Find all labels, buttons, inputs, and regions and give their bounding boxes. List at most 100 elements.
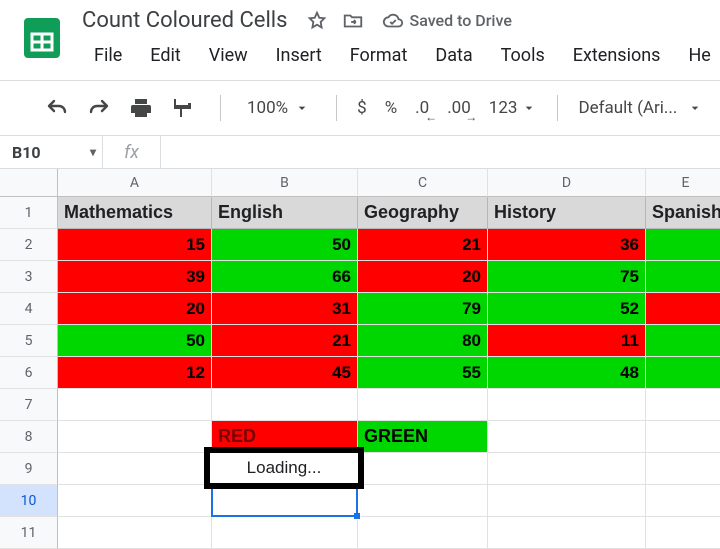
cell-E8[interactable] — [646, 421, 720, 453]
cell-E10[interactable] — [646, 485, 720, 517]
cell-C7[interactable] — [358, 389, 488, 421]
cell-C2[interactable]: 21 — [358, 229, 488, 261]
cell-C11[interactable] — [358, 517, 488, 549]
name-box[interactable]: B10 ▾ — [0, 136, 102, 168]
cell-A1[interactable]: Mathematics — [58, 197, 212, 229]
row-header-4[interactable]: 4 — [0, 293, 58, 325]
row-header-11[interactable]: 11 — [0, 517, 58, 549]
font-name-label: Default (Ari... — [578, 98, 677, 118]
chevron-down-icon — [294, 100, 310, 116]
cell-E1[interactable]: Spanish — [646, 197, 720, 229]
cell-C1[interactable]: Geography — [358, 197, 488, 229]
cell-B7[interactable] — [212, 389, 358, 421]
move-folder-icon[interactable] — [342, 10, 364, 32]
cell-B6[interactable]: 45 — [212, 357, 358, 389]
cell-E3[interactable] — [646, 261, 720, 293]
cell-D6[interactable]: 48 — [488, 357, 646, 389]
col-header-D[interactable]: D — [488, 169, 646, 197]
cell-D10[interactable] — [488, 485, 646, 517]
cell-C8[interactable]: GREEN — [358, 421, 488, 453]
cell-B11[interactable] — [212, 517, 358, 549]
row-header-7[interactable]: 7 — [0, 389, 58, 421]
menu-data[interactable]: Data — [421, 41, 486, 70]
menu-help[interactable]: He — [674, 41, 720, 70]
redo-button[interactable] — [82, 91, 116, 125]
more-formats-button[interactable]: 123 — [489, 98, 538, 118]
paint-format-button[interactable] — [166, 91, 200, 125]
print-button[interactable] — [124, 91, 158, 125]
cell-D7[interactable] — [488, 389, 646, 421]
cell-A7[interactable] — [58, 389, 212, 421]
cell-D9[interactable] — [488, 453, 646, 485]
cell-C10[interactable] — [358, 485, 488, 517]
menu-edit[interactable]: Edit — [136, 41, 194, 70]
row-header-5[interactable]: 5 — [0, 325, 58, 357]
cell-A2[interactable]: 15 — [58, 229, 212, 261]
sheets-logo[interactable] — [18, 12, 66, 64]
cell-C9[interactable] — [358, 453, 488, 485]
format-currency-button[interactable]: $ — [357, 98, 367, 118]
cell-A3[interactable]: 39 — [58, 261, 212, 293]
cell-E11[interactable] — [646, 517, 720, 549]
cell-E4[interactable] — [646, 293, 720, 325]
row-header-3[interactable]: 3 — [0, 261, 58, 293]
row-header-2[interactable]: 2 — [0, 229, 58, 261]
cell-C5[interactable]: 80 — [358, 325, 488, 357]
row-header-8[interactable]: 8 — [0, 421, 58, 453]
zoom-select[interactable]: 100% — [241, 98, 316, 118]
col-header-B[interactable]: B — [212, 169, 358, 197]
doc-title[interactable]: Count Coloured Cells — [80, 8, 288, 33]
col-header-C[interactable]: C — [358, 169, 488, 197]
cell-A11[interactable] — [58, 517, 212, 549]
cell-A5[interactable]: 50 — [58, 325, 212, 357]
cell-D1[interactable]: History — [488, 197, 646, 229]
decrease-decimal-button[interactable]: .0← — [415, 98, 429, 118]
cell-C6[interactable]: 55 — [358, 357, 488, 389]
row-header-10[interactable]: 10 — [0, 485, 58, 517]
cell-C3[interactable]: 20 — [358, 261, 488, 293]
menu-file[interactable]: File — [80, 41, 136, 70]
menu-extensions[interactable]: Extensions — [559, 41, 675, 70]
formula-input[interactable] — [160, 136, 720, 168]
cell-B10[interactable] — [212, 485, 358, 517]
cell-E5[interactable] — [646, 325, 720, 357]
cell-B1[interactable]: English — [212, 197, 358, 229]
font-select[interactable]: Default (Ari... — [578, 98, 703, 118]
menu-insert[interactable]: Insert — [262, 41, 336, 70]
cell-E9[interactable] — [646, 453, 720, 485]
cell-C4[interactable]: 79 — [358, 293, 488, 325]
cell-D8[interactable] — [488, 421, 646, 453]
cell-E2[interactable] — [646, 229, 720, 261]
row-header-9[interactable]: 9 — [0, 453, 58, 485]
cell-A8[interactable] — [58, 421, 212, 453]
cell-B2[interactable]: 50 — [212, 229, 358, 261]
fill-handle[interactable] — [353, 512, 361, 520]
cell-A9[interactable] — [58, 453, 212, 485]
cell-D2[interactable]: 36 — [488, 229, 646, 261]
cell-A6[interactable]: 12 — [58, 357, 212, 389]
cell-B9[interactable]: Loading... — [212, 453, 358, 485]
row-header-6[interactable]: 6 — [0, 357, 58, 389]
star-icon[interactable] — [306, 10, 328, 32]
select-all-corner[interactable] — [0, 169, 58, 197]
row-header-1[interactable]: 1 — [0, 197, 58, 229]
menu-view[interactable]: View — [195, 41, 262, 70]
cell-B4[interactable]: 31 — [212, 293, 358, 325]
cell-A10[interactable] — [58, 485, 212, 517]
cell-A4[interactable]: 20 — [58, 293, 212, 325]
cell-D4[interactable]: 52 — [488, 293, 646, 325]
undo-button[interactable] — [40, 91, 74, 125]
menu-format[interactable]: Format — [336, 41, 422, 70]
col-header-E[interactable]: E — [646, 169, 720, 197]
cell-B5[interactable]: 21 — [212, 325, 358, 357]
cell-D5[interactable]: 11 — [488, 325, 646, 357]
increase-decimal-button[interactable]: .00→ — [447, 98, 471, 118]
cell-D11[interactable] — [488, 517, 646, 549]
cell-B3[interactable]: 66 — [212, 261, 358, 293]
format-percent-button[interactable]: % — [385, 98, 397, 118]
cell-D3[interactable]: 75 — [488, 261, 646, 293]
cell-E6[interactable] — [646, 357, 720, 389]
cell-E7[interactable] — [646, 389, 720, 421]
col-header-A[interactable]: A — [58, 169, 212, 197]
menu-tools[interactable]: Tools — [487, 41, 559, 70]
